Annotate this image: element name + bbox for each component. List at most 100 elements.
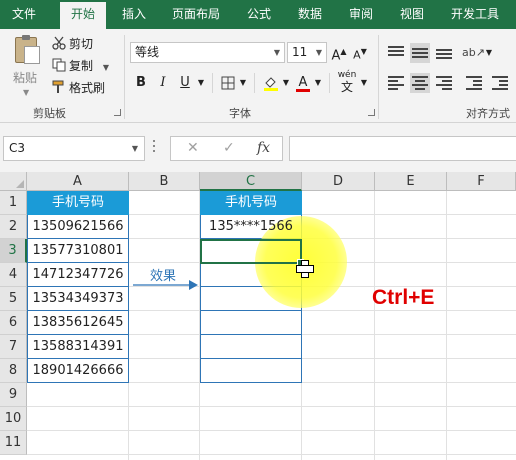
font-name-combo[interactable]: 等线 ▼	[130, 42, 285, 63]
tab-insert[interactable]: 插入	[113, 0, 155, 29]
cell-a7[interactable]: 13588314391	[27, 335, 129, 359]
cell-c4[interactable]	[200, 263, 302, 287]
chevron-down-icon: ▼	[23, 88, 30, 97]
insert-function-icon[interactable]: fx	[257, 140, 270, 156]
font-size-combo[interactable]: 11 ▼	[287, 42, 327, 63]
row-header-4[interactable]: 4	[0, 263, 27, 287]
column-header-a[interactable]: A	[27, 172, 129, 191]
enter-icon[interactable]: ✓	[223, 140, 235, 156]
cross-cursor-icon	[296, 260, 314, 278]
paste-label: 粘贴	[13, 71, 38, 85]
active-cell-c3[interactable]	[200, 239, 304, 266]
grow-font-icon[interactable]: A▲	[331, 42, 347, 63]
align-right-icon[interactable]	[436, 76, 452, 90]
cell-c8[interactable]	[200, 359, 302, 383]
ribbon-tab-bar: 文件 开始 插入 页面布局 公式 数据 审阅 视图 开发工具	[0, 0, 516, 29]
format-painter-button[interactable]: 格式刷	[52, 78, 105, 98]
decrease-indent-icon[interactable]	[466, 76, 482, 90]
row-header-8[interactable]: 8	[0, 359, 27, 383]
copy-button[interactable]: 复制 ▼	[52, 56, 109, 76]
increase-indent-icon[interactable]	[492, 76, 508, 90]
name-box[interactable]: C3 ▼	[3, 136, 145, 161]
column-header-c[interactable]: C	[200, 172, 302, 191]
tab-home[interactable]: 开始	[60, 2, 106, 29]
chevron-down-icon[interactable]: ▼	[313, 73, 323, 93]
phonetic-char: 文	[340, 80, 353, 94]
cut-label: 剪切	[69, 37, 94, 51]
column-header-f[interactable]: F	[447, 172, 516, 191]
tab-review[interactable]: 审阅	[340, 0, 382, 29]
phonetic-pinyin: wén	[337, 70, 357, 80]
font-color-icon[interactable]: A	[294, 73, 312, 93]
chevron-down-icon[interactable]: ▼	[238, 73, 248, 93]
underline-button[interactable]: U	[178, 73, 192, 93]
cell-a3[interactable]: 13577310801	[27, 239, 129, 263]
fill-color-icon[interactable]	[262, 73, 280, 93]
align-top-icon[interactable]	[388, 45, 404, 59]
align-middle-icon[interactable]	[410, 43, 430, 63]
tab-file[interactable]: 文件	[0, 0, 48, 29]
format-painter-label: 格式刷	[69, 81, 106, 95]
align-left-icon[interactable]	[388, 76, 404, 90]
borders-icon[interactable]	[219, 73, 237, 93]
clipboard-icon	[15, 35, 40, 64]
orientation-icon[interactable]: ab↗	[462, 43, 485, 63]
row-header-2[interactable]: 2	[0, 215, 27, 239]
divider	[254, 73, 255, 93]
chevron-down-icon: ▼	[131, 144, 138, 153]
clipboard-launcher-icon[interactable]	[114, 109, 121, 116]
font-group-label: 字体	[229, 107, 251, 120]
column-header-e[interactable]: E	[375, 172, 447, 191]
alignment-group-label: 对齐方式	[466, 107, 510, 120]
italic-button[interactable]: I	[156, 73, 170, 93]
row-header-5[interactable]: 5	[0, 287, 27, 311]
tab-page-layout[interactable]: 页面布局	[163, 0, 229, 29]
cancel-icon[interactable]: ✕	[187, 140, 199, 156]
row-header-1[interactable]: 1	[0, 191, 27, 215]
align-center-icon[interactable]	[410, 73, 430, 93]
bold-button[interactable]: B	[134, 73, 148, 93]
formula-input[interactable]	[289, 136, 516, 161]
font-launcher-icon[interactable]	[368, 109, 375, 116]
column-header-d[interactable]: D	[302, 172, 375, 191]
cell-a8[interactable]: 18901426666	[27, 359, 129, 383]
chevron-down-icon[interactable]: ▼	[484, 43, 494, 63]
tab-view[interactable]: 视图	[391, 0, 433, 29]
divider	[212, 73, 213, 93]
row-header-10[interactable]: 10	[0, 407, 27, 431]
cell-a2[interactable]: 13509621566	[27, 215, 129, 239]
cell-c6[interactable]	[200, 311, 302, 335]
cell-a6[interactable]: 13835612645	[27, 311, 129, 335]
row-header-9[interactable]: 9	[0, 383, 27, 407]
cell-c7[interactable]	[200, 335, 302, 359]
row-header-6[interactable]: 6	[0, 311, 27, 335]
row-header-11[interactable]: 11	[0, 431, 27, 455]
paste-button[interactable]: 粘贴 ▼	[8, 33, 44, 99]
splitter-handle[interactable]	[153, 140, 156, 156]
select-all-corner[interactable]	[0, 172, 27, 191]
cell-a1[interactable]: 手机号码	[27, 191, 129, 215]
cell-a5[interactable]: 13534349373	[27, 287, 129, 311]
tab-data[interactable]: 数据	[289, 0, 331, 29]
row-header-3[interactable]: 3	[0, 239, 27, 263]
group-divider	[378, 35, 379, 119]
cut-button[interactable]: 剪切	[52, 34, 93, 54]
chevron-down-icon: ▼	[315, 48, 322, 57]
font-name-value: 等线	[135, 45, 160, 59]
cell-c1[interactable]: 手机号码	[200, 191, 302, 215]
chevron-down-icon[interactable]: ▼	[196, 73, 206, 93]
tab-formulas[interactable]: 公式	[238, 0, 280, 29]
column-header-b[interactable]: B	[129, 172, 200, 191]
shrink-font-icon[interactable]: A▼	[352, 42, 368, 62]
cell-a4[interactable]: 14712347726	[27, 263, 129, 287]
shortcut-label: Ctrl+E	[372, 286, 435, 309]
phonetic-guide-icon[interactable]: wén 文	[336, 70, 358, 94]
row-header-7[interactable]: 7	[0, 335, 27, 359]
chevron-down-icon[interactable]: ▼	[359, 73, 369, 93]
cell-c5[interactable]	[200, 287, 302, 311]
chevron-down-icon[interactable]: ▼	[281, 73, 291, 93]
align-bottom-icon[interactable]	[436, 45, 452, 59]
formula-buttons: ✕ ✓ fx	[170, 136, 283, 161]
tab-developer[interactable]: 开发工具	[442, 0, 508, 29]
cell-c2[interactable]: 135****1566	[200, 215, 302, 239]
